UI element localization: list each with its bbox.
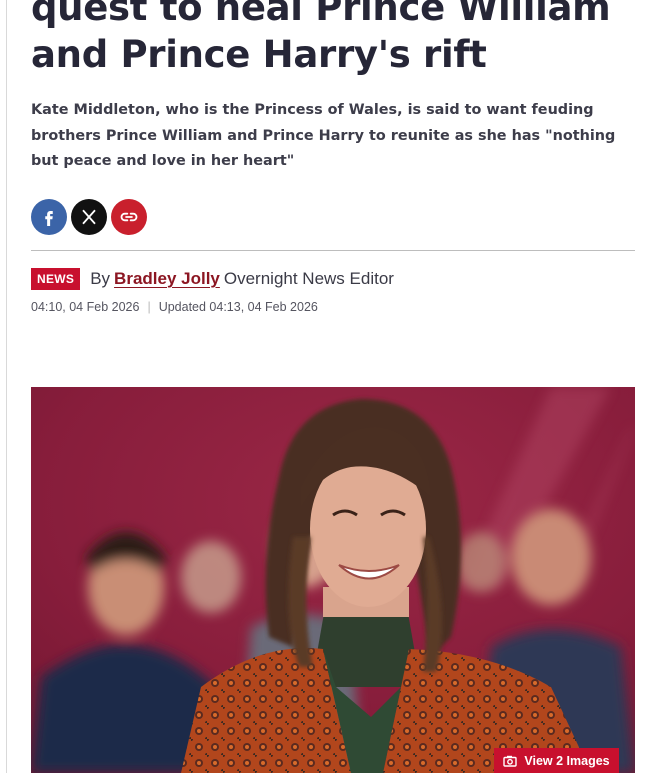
by-label: By (90, 269, 111, 288)
facebook-icon (45, 211, 53, 226)
camera-icon (503, 755, 518, 767)
x-icon (82, 209, 96, 225)
article-standfirst: Kate Middleton, who is the Princess of W… (31, 102, 616, 169)
share-bar (31, 199, 147, 235)
byline: NEWS By Bradley Jolly Overnight News Edito… (31, 268, 394, 290)
author-role: Overnight News Editor (223, 269, 394, 288)
hero-photo-illustration (31, 387, 635, 773)
byline-divider (31, 250, 635, 251)
copy-link-button[interactable] (111, 199, 147, 235)
date-separator: | (147, 300, 151, 314)
byline-text: By Bradley Jolly Overnight News Editor (90, 269, 394, 289)
article-dates: 04:10, 04 Feb 2026 | Updated 04:13, 04 F… (31, 300, 318, 314)
hero-image[interactable] (31, 387, 635, 773)
link-icon (120, 212, 138, 222)
share-facebook-button[interactable] (31, 199, 67, 235)
author-link[interactable]: Bradley Jolly (114, 269, 220, 288)
view-images-label: View 2 Images (524, 753, 610, 768)
news-badge[interactable]: NEWS (31, 268, 81, 290)
view-images-button[interactable]: View 2 Images (494, 748, 619, 773)
share-x-button[interactable] (71, 199, 107, 235)
left-border (6, 0, 7, 773)
updated-date: Updated 04:13, 04 Feb 2026 (158, 300, 318, 314)
article-headline: quest to heal Prince William and Prince … (31, 0, 611, 76)
published-date: 04:10, 04 Feb 2026 (31, 300, 140, 314)
